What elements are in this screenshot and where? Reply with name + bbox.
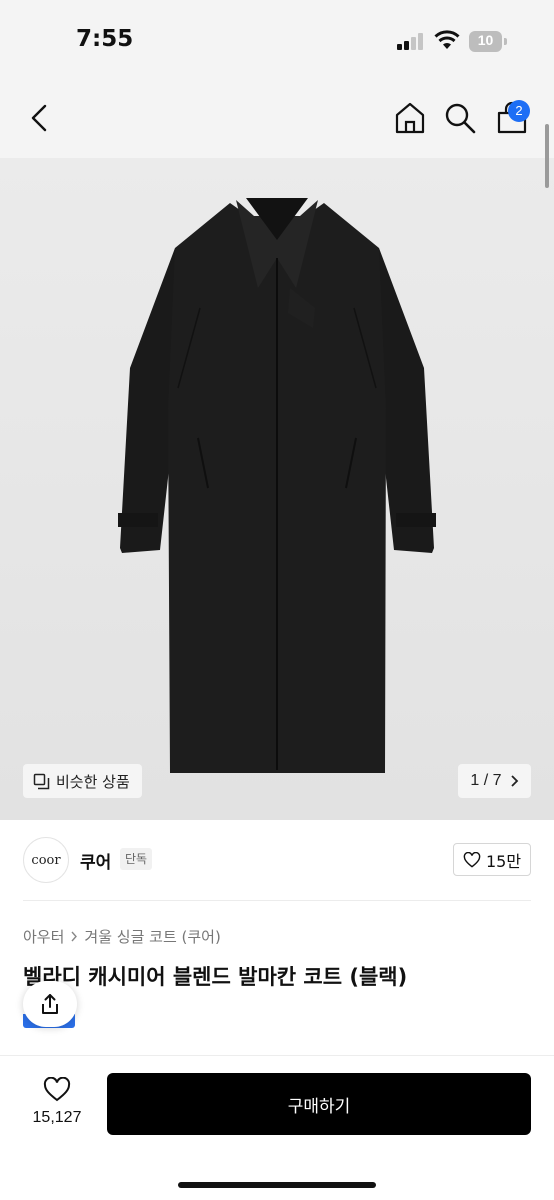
share-icon bbox=[42, 994, 58, 1014]
buy-button-label: 구매하기 bbox=[287, 1096, 351, 1117]
brand-logo[interactable]: coor bbox=[23, 837, 69, 883]
breadcrumb-category[interactable]: 아우터 bbox=[23, 926, 64, 947]
battery-icon: 10 bbox=[469, 31, 507, 52]
similar-items-icon bbox=[33, 773, 50, 789]
image-counter[interactable]: 1 / 7 bbox=[458, 764, 531, 798]
breadcrumb-subcategory[interactable]: 겨울 싱글 코트 (쿠어) bbox=[84, 926, 220, 947]
wishlist-count: 15,127 bbox=[32, 1109, 82, 1126]
coat-illustration bbox=[118, 198, 436, 773]
buy-button[interactable]: 구매하기 bbox=[107, 1073, 531, 1135]
nav-header bbox=[0, 84, 554, 158]
cellular-signal-icon bbox=[397, 33, 425, 50]
brand-like-button[interactable]: 15만 bbox=[453, 843, 531, 876]
heart-icon bbox=[463, 851, 481, 868]
cart-count-badge: 2 bbox=[508, 100, 530, 122]
brand-like-count: 15만 bbox=[485, 851, 522, 871]
status-bar: 7:55 10 bbox=[0, 0, 554, 84]
battery-level: 10 bbox=[477, 32, 494, 48]
search-icon[interactable] bbox=[442, 100, 478, 136]
exclusive-badge: 단독 bbox=[120, 848, 153, 870]
heart-icon bbox=[43, 1077, 71, 1102]
wifi-icon bbox=[434, 30, 460, 49]
brand-name[interactable]: 쿠어 bbox=[80, 848, 111, 873]
back-arrow-icon[interactable] bbox=[22, 100, 58, 136]
brand-logo-text: coor bbox=[31, 852, 61, 868]
similar-products-button[interactable]: 비슷한 상품 bbox=[23, 764, 142, 798]
product-title: 벨라디 캐시미어 블렌드 발마칸 코트 (블랙) bbox=[23, 965, 408, 989]
similar-products-label: 비슷한 상품 bbox=[56, 772, 130, 791]
chevron-right-icon bbox=[510, 775, 518, 787]
home-indicator bbox=[178, 1182, 376, 1188]
status-time: 7:55 bbox=[76, 26, 134, 52]
share-button[interactable] bbox=[23, 981, 77, 1027]
scrollbar[interactable] bbox=[545, 124, 549, 188]
wishlist-button[interactable]: 15,127 bbox=[26, 1075, 88, 1133]
image-counter-text: 1 / 7 bbox=[470, 772, 502, 789]
breadcrumb: 아우터 겨울 싱글 코트 (쿠어) bbox=[23, 926, 221, 947]
chevron-right-icon bbox=[71, 931, 78, 942]
divider bbox=[23, 900, 531, 901]
home-icon[interactable] bbox=[392, 100, 428, 136]
product-image[interactable] bbox=[0, 158, 554, 820]
